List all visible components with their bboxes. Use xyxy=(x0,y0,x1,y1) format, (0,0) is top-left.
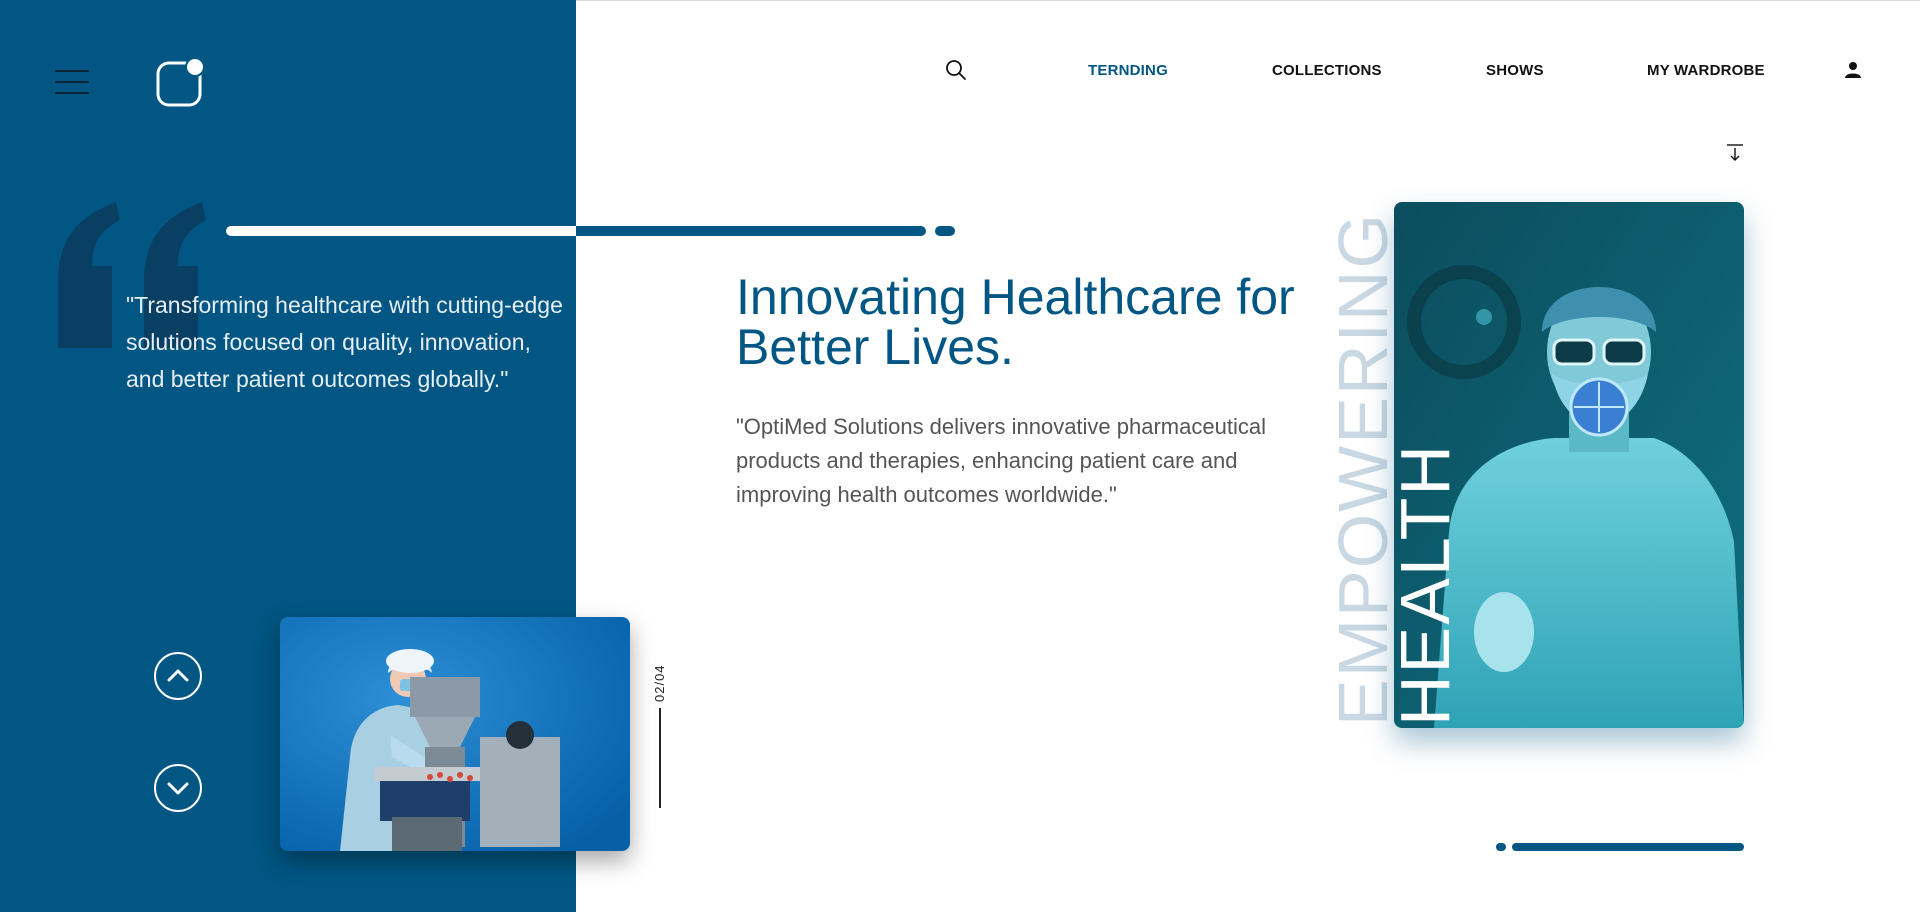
nav-item-trending[interactable]: TERNDING xyxy=(1088,62,1168,79)
hero-description: "OptiMed Solutions delivers innovative p… xyxy=(736,414,1266,507)
slide-next-button[interactable] xyxy=(154,764,202,812)
nav-item-shows[interactable]: SHOWS xyxy=(1486,62,1544,79)
slide-progress-bar-blue xyxy=(576,226,926,236)
download-icon[interactable] xyxy=(1725,143,1745,163)
slide-thumbnail-image[interactable] xyxy=(280,617,630,851)
hero-headline: Innovating Healthcare for Better Lives. xyxy=(736,269,1295,375)
slide-prev-button[interactable] xyxy=(154,652,202,700)
hamburger-menu-icon[interactable] xyxy=(55,68,89,96)
nav-item-my-wardrobe[interactable]: MY WARDROBE xyxy=(1647,62,1765,79)
user-icon[interactable] xyxy=(1843,60,1863,80)
slide-progress-dot xyxy=(935,226,955,236)
chevron-up-icon xyxy=(167,669,189,682)
chevron-down-icon xyxy=(167,782,189,795)
vertical-health-text: HEALTH xyxy=(1394,443,1456,726)
slide-counter: 02/04 xyxy=(652,664,667,702)
slide-progress-bar-white xyxy=(226,226,576,236)
brand-quote-text: "Transforming healthcare with cutting-ed… xyxy=(126,292,563,392)
nav-item-collections[interactable]: COLLECTIONS xyxy=(1272,62,1382,79)
bottom-progress-bar xyxy=(1512,843,1744,851)
vertical-empowering-text: EMPOWERING xyxy=(1330,212,1396,726)
logo-icon[interactable] xyxy=(155,57,205,108)
search-icon[interactable] xyxy=(944,58,968,82)
slide-counter-line xyxy=(659,708,661,808)
bottom-progress-dot xyxy=(1496,843,1506,851)
